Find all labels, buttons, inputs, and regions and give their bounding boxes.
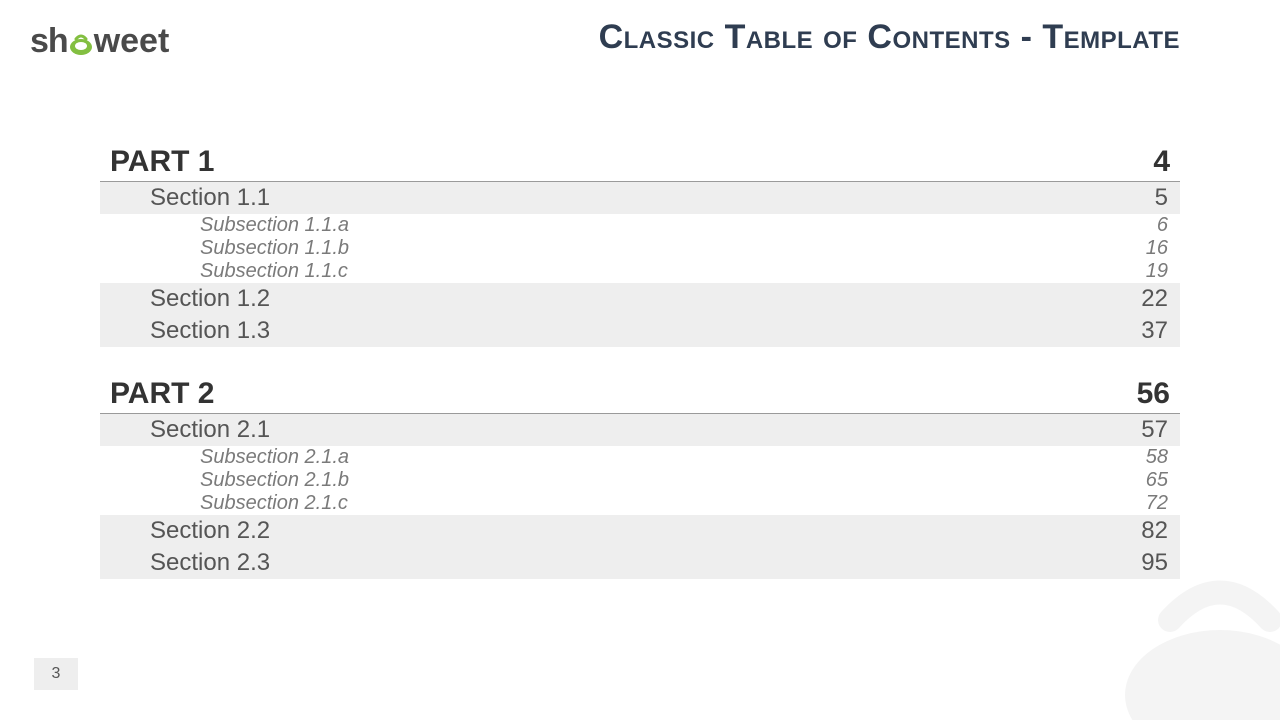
toc-subsection-row: Subsection 1.1.a 6 [100, 214, 1180, 237]
toc-subsection-page: 16 [1146, 237, 1168, 260]
toc-section-title: Section 2.2 [150, 517, 270, 545]
toc-section-page: 37 [1141, 317, 1168, 345]
toc-subsection-title: Subsection 1.1.c [200, 260, 348, 283]
title-block: Classic Table of Contents - Template [599, 18, 1180, 57]
toc-subsection-title: Subsection 2.1.b [200, 469, 349, 492]
toc-section-row: Section 1.3 37 [100, 315, 1180, 347]
toc-subsection-title: Subsection 2.1.c [200, 492, 348, 515]
slide: sh weet Classic Table of Contents - Temp… [0, 0, 1280, 720]
toc-part-page: 56 [1137, 377, 1170, 411]
page-number: 3 [34, 658, 78, 690]
toc-part-row: PART 1 4 [100, 145, 1180, 182]
toc-part-title: PART 1 [110, 145, 214, 179]
logo-text: sh weet [30, 22, 169, 61]
toc-section-row: Section 2.3 95 [100, 547, 1180, 579]
toc-section-title: Section 1.1 [150, 184, 270, 212]
toc-section-page: 82 [1141, 517, 1168, 545]
toc-section-title: Section 1.2 [150, 285, 270, 313]
toc-subsection-title: Subsection 2.1.a [200, 446, 349, 469]
toc-section-row: Section 1.1 5 [100, 182, 1180, 214]
page-number-value: 3 [52, 665, 61, 683]
toc-section-page: 5 [1155, 184, 1168, 212]
toc-subsection-title: Subsection 1.1.b [200, 237, 349, 260]
toc-subsection-row: Subsection 2.1.b 65 [100, 469, 1180, 492]
toc-part: PART 2 56 Section 2.1 57 Subsection 2.1.… [100, 377, 1180, 579]
logo-pre: sh [30, 22, 68, 61]
toc-part-title: PART 2 [110, 377, 214, 411]
toc-subsection-row: Subsection 2.1.c 72 [100, 492, 1180, 515]
logo-post: weet [94, 22, 170, 61]
toc-section-title: Section 2.3 [150, 549, 270, 577]
toc-subsection-page: 6 [1157, 214, 1168, 237]
logo: sh weet [30, 22, 169, 61]
toc-section-row: Section 2.1 57 [100, 414, 1180, 446]
table-of-contents: PART 1 4 Section 1.1 5 Subsection 1.1.a … [100, 145, 1180, 579]
toc-section-page: 22 [1141, 285, 1168, 313]
toc-section-title: Section 2.1 [150, 416, 270, 444]
toc-subsection-page: 72 [1146, 492, 1168, 515]
toc-part-row: PART 2 56 [100, 377, 1180, 414]
logo-leaf-icon [68, 22, 94, 61]
toc-section-title: Section 1.3 [150, 317, 270, 345]
toc-subsection-page: 58 [1146, 446, 1168, 469]
toc-section-row: Section 1.2 22 [100, 283, 1180, 315]
toc-section-row: Section 2.2 82 [100, 515, 1180, 547]
toc-subsection-title: Subsection 1.1.a [200, 214, 349, 237]
toc-part: PART 1 4 Section 1.1 5 Subsection 1.1.a … [100, 145, 1180, 347]
watermark-icon [1110, 565, 1280, 720]
toc-subsection-row: Subsection 1.1.c 19 [100, 260, 1180, 283]
toc-subsection-page: 19 [1146, 260, 1168, 283]
page-title: Classic Table of Contents - Template [599, 18, 1180, 57]
toc-subsection-page: 65 [1146, 469, 1168, 492]
toc-subsection-row: Subsection 1.1.b 16 [100, 237, 1180, 260]
toc-section-page: 57 [1141, 416, 1168, 444]
toc-part-page: 4 [1153, 145, 1170, 179]
toc-subsection-row: Subsection 2.1.a 58 [100, 446, 1180, 469]
